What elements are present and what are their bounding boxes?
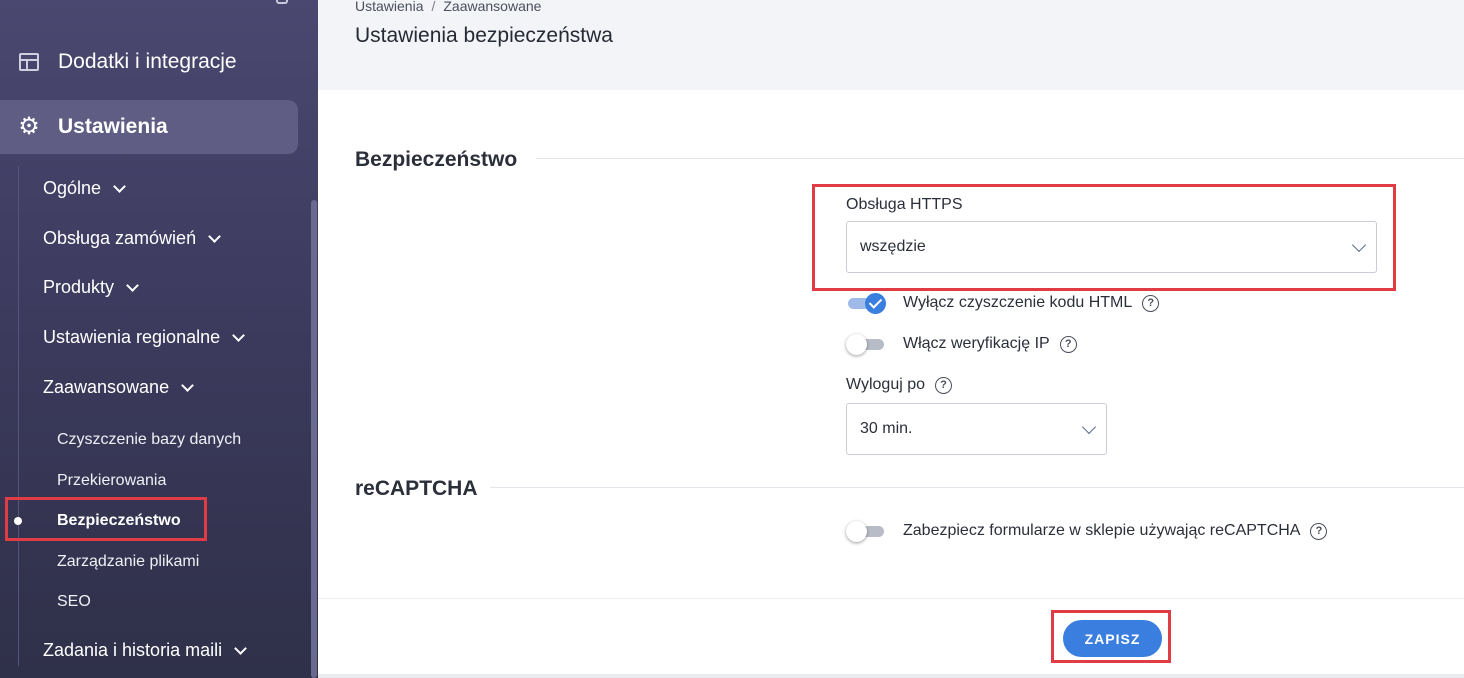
sidebar-group-label: Ogólne xyxy=(43,178,102,198)
chevron-down-icon xyxy=(113,179,126,193)
sidebar-group-regional[interactable]: Ustawienia regionalne xyxy=(43,327,245,348)
sidebar-group-label: Zaawansowane xyxy=(43,377,170,397)
help-icon[interactable]: ? xyxy=(1059,335,1077,353)
sidebar-group-label: Produkty xyxy=(43,277,115,297)
sidebar-item-db-cleanup[interactable]: Czyszczenie bazy danych xyxy=(57,431,241,449)
sidebar-group-mail-history[interactable]: Zadania i historia maili xyxy=(43,640,247,661)
sidebar-item-settings[interactable]: ⚙ Ustawienia xyxy=(0,100,298,154)
breadcrumb-separator: / xyxy=(431,0,436,14)
logout-label: Wyloguj po xyxy=(846,376,926,393)
recaptcha-toggle[interactable] xyxy=(846,521,886,542)
sidebar-item-seo[interactable]: SEO xyxy=(57,593,91,611)
collapse-icon[interactable] xyxy=(276,0,288,4)
help-icon[interactable]: ? xyxy=(1310,522,1328,540)
chevron-down-icon xyxy=(1081,419,1097,435)
logout-select[interactable]: 30 min. xyxy=(846,403,1107,455)
section-title-security: Bezpieczeństwo xyxy=(355,148,518,171)
chevron-down-icon xyxy=(126,278,139,292)
sidebar-item-addons[interactable]: Dodatki i integracje xyxy=(18,48,237,76)
sidebar-item-file-management[interactable]: Zarządzanie plikami xyxy=(57,553,199,571)
page-header: Ustawienia / Zaawansowane Ustawienia bezpi… xyxy=(318,0,1464,90)
sidebar-group-label: Zadania i historia maili xyxy=(43,640,223,660)
chevron-down-icon xyxy=(208,229,221,243)
sidebar: Dodatki i integracje ⚙ Ustawienia Ogólne… xyxy=(0,0,318,678)
logout-label-row: Wyloguj po ? xyxy=(846,376,953,394)
logout-select-value: 30 min. xyxy=(860,420,913,437)
breadcrumb: Ustawienia / Zaawansowane xyxy=(355,0,541,14)
gear-icon: ⚙ xyxy=(18,113,40,140)
help-icon[interactable]: ? xyxy=(1142,294,1160,312)
disable-html-cleanup-toggle[interactable] xyxy=(846,293,886,314)
highlight-box xyxy=(5,497,207,541)
sidebar-group-products[interactable]: Produkty xyxy=(43,277,139,298)
sidebar-group-orders[interactable]: Obsługa zamówień xyxy=(43,228,221,249)
sidebar-scrollbar[interactable] xyxy=(311,200,317,678)
breadcrumb-item[interactable]: Ustawienia xyxy=(355,0,423,14)
section-divider xyxy=(536,158,1464,159)
disable-html-cleanup-row: Wyłącz czyszczenie kodu HTML ? xyxy=(846,293,1160,314)
help-icon[interactable]: ? xyxy=(935,376,953,394)
sidebar-group-label: Ustawienia regionalne xyxy=(43,327,221,347)
ip-verification-toggle[interactable] xyxy=(846,334,886,355)
section-title-recaptcha: reCAPTCHA xyxy=(355,477,478,500)
sidebar-item-label: Ustawienia xyxy=(58,115,168,138)
chevron-down-icon xyxy=(234,641,247,655)
settings-form: Bezpieczeństwo Obsługa HTTPS wszędzie Wy… xyxy=(318,90,1464,598)
recaptcha-row: Zabezpiecz formularze w sklepie używając… xyxy=(846,521,1328,542)
sidebar-group-label: Obsługa zamówień xyxy=(43,228,197,248)
sidebar-item-redirects[interactable]: Przekierowania xyxy=(57,472,166,490)
ip-verification-row: Włącz weryfikację IP ? xyxy=(846,334,1077,355)
disable-html-cleanup-label: Wyłącz czyszczenie kodu HTML xyxy=(903,294,1133,311)
breadcrumb-item[interactable]: Zaawansowane xyxy=(443,0,541,14)
form-footer: ZAPISZ xyxy=(318,598,1464,674)
sidebar-group-advanced[interactable]: Zaawansowane xyxy=(43,377,194,398)
sidebar-item-label: Dodatki i integracje xyxy=(58,50,237,73)
sidebar-tree-line xyxy=(18,166,19,666)
highlight-box xyxy=(1051,610,1171,663)
chevron-down-icon xyxy=(181,378,194,392)
ip-verification-label: Włącz weryfikację IP xyxy=(903,335,1050,352)
sidebar-group-general[interactable]: Ogólne xyxy=(43,178,126,199)
recaptcha-label: Zabezpiecz formularze w sklepie używając… xyxy=(903,522,1301,539)
footer-divider xyxy=(318,674,1464,678)
box-icon xyxy=(18,51,40,73)
chevron-down-icon xyxy=(232,328,245,342)
section-divider xyxy=(490,487,1464,488)
page-title: Ustawienia bezpieczeństwa xyxy=(355,24,613,47)
highlight-box xyxy=(812,184,1396,291)
